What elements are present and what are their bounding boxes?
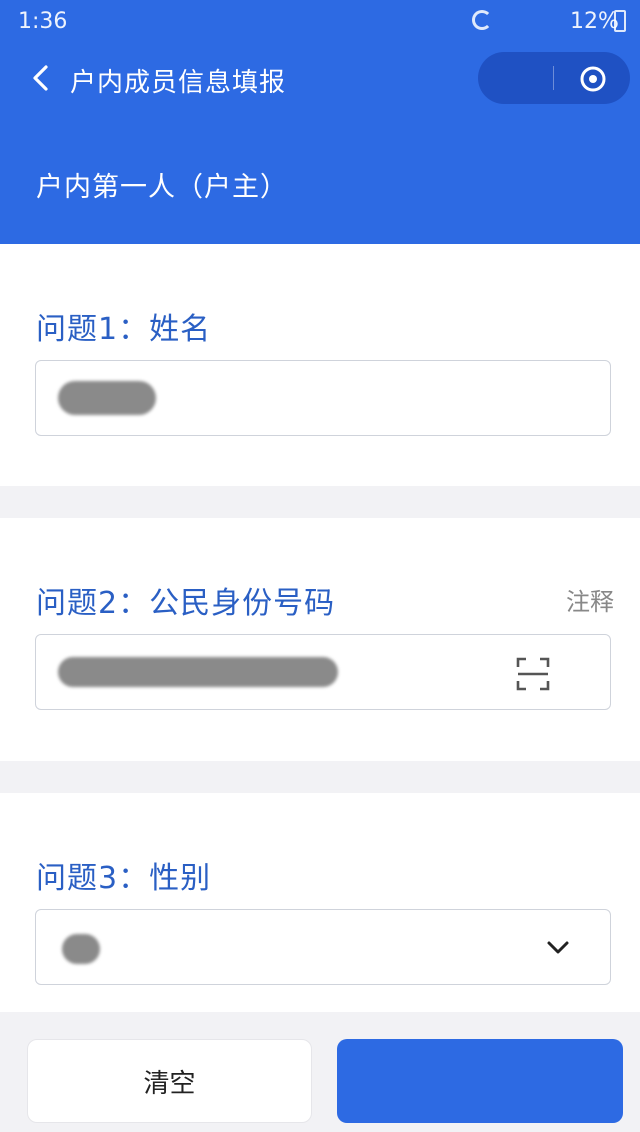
redaction-mark bbox=[58, 657, 338, 687]
battery-icon bbox=[614, 10, 626, 32]
chevron-down-icon bbox=[547, 941, 569, 954]
close-button[interactable] bbox=[578, 64, 608, 94]
circle-close-icon bbox=[580, 66, 606, 92]
redaction-mark bbox=[62, 934, 100, 964]
submit-button[interactable] bbox=[337, 1039, 623, 1123]
name-input[interactable] bbox=[35, 360, 611, 436]
header: 1:36 12% 户内成员信息填报 户内第一人（户主） bbox=[0, 0, 640, 244]
more-button[interactable] bbox=[478, 52, 553, 104]
gender-select[interactable] bbox=[35, 909, 611, 985]
note-link[interactable]: 注释 bbox=[566, 582, 614, 617]
question-card-id: 问题2：公民身份号码 注释 bbox=[0, 518, 640, 761]
redaction-mark bbox=[58, 381, 156, 415]
page-title: 户内成员信息填报 bbox=[70, 68, 287, 98]
question-label-gender: 问题3：性别 bbox=[36, 861, 212, 896]
screen: 1:36 12% 户内成员信息填报 户内第一人（户主） 问题1：姓名 问题2：公… bbox=[0, 0, 640, 1132]
clear-button[interactable]: 清空 bbox=[27, 1039, 312, 1123]
sync-icon bbox=[472, 10, 492, 30]
battery-level: 12% bbox=[570, 9, 619, 34]
back-button[interactable] bbox=[24, 58, 58, 98]
section-title: 户内第一人（户主） bbox=[36, 172, 288, 203]
mini-program-capsule bbox=[478, 52, 630, 104]
scan-icon[interactable] bbox=[516, 657, 550, 691]
status-time: 1:36 bbox=[18, 9, 68, 34]
question-card-name: 问题1：姓名 bbox=[0, 244, 640, 486]
id-number-input[interactable] bbox=[35, 634, 611, 710]
capsule-divider bbox=[553, 66, 554, 90]
bottom-action-bar: 清空 bbox=[0, 1012, 640, 1132]
question-card-gender: 问题3：性别 bbox=[0, 793, 640, 1012]
clear-button-label: 清空 bbox=[143, 1068, 196, 1099]
question-label-name: 问题1：姓名 bbox=[36, 312, 212, 347]
question-label-id: 问题2：公民身份号码 bbox=[36, 586, 336, 621]
status-bar: 1:36 12% bbox=[0, 0, 640, 44]
chevron-left-icon bbox=[33, 65, 48, 91]
